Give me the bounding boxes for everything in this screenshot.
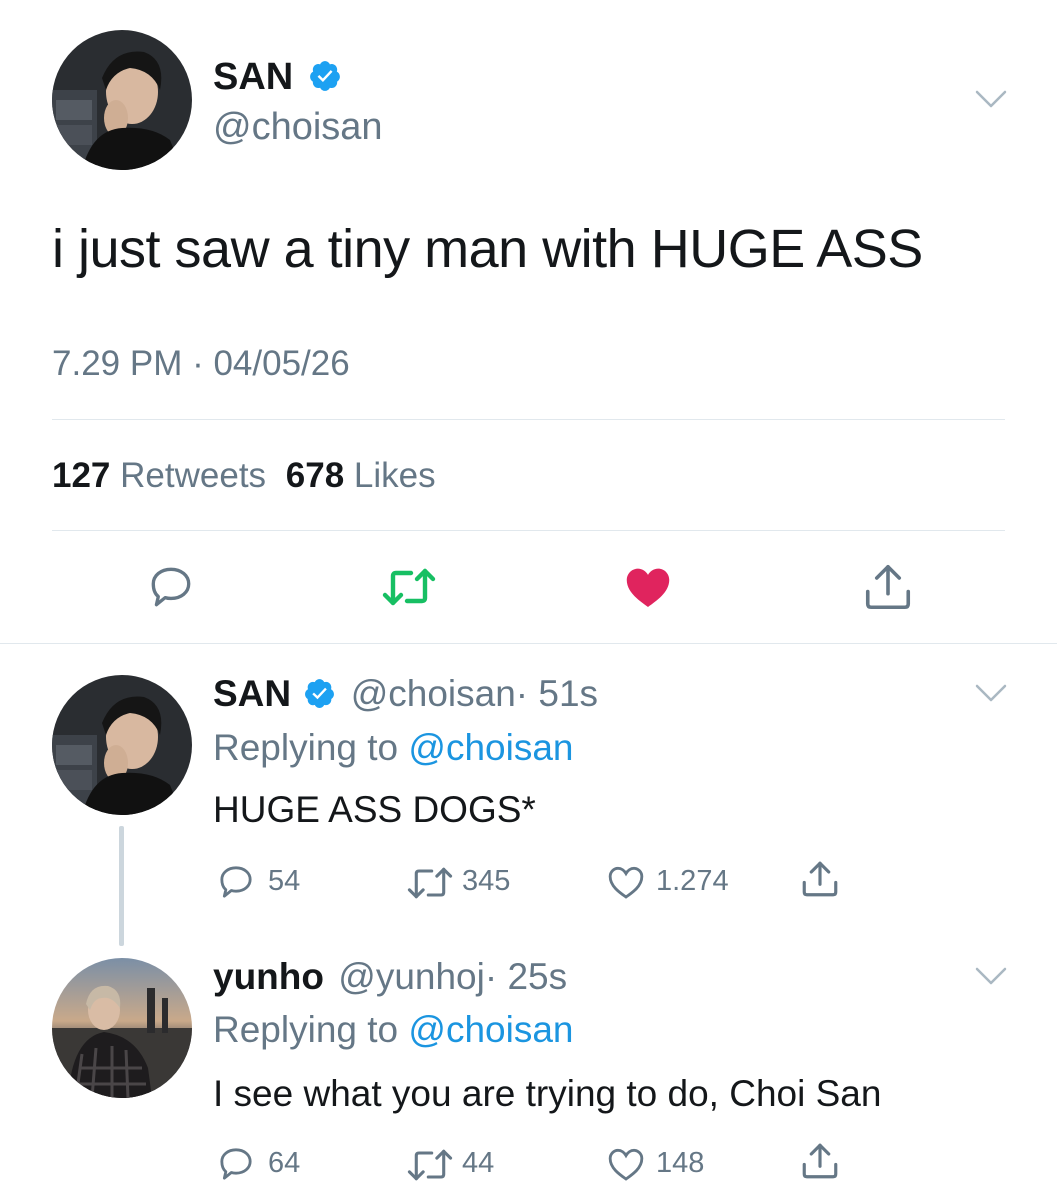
share-icon[interactable] [799,1140,841,1182]
retweet-icon[interactable] [381,564,437,610]
replying-prefix: Replying to [213,1009,399,1050]
retweets-stat[interactable]: 127 Retweets [52,456,266,495]
avatar-photo [52,675,192,815]
tweet-text: HUGE ASS DOGS* [213,789,536,830]
section-divider [0,643,1057,644]
tweet-time: · 51s [515,673,599,714]
chevron-down-icon[interactable] [974,682,1008,704]
replying-to-handle[interactable]: @choisan [408,1009,573,1050]
replying-to-line: Replying to @choisan [213,726,573,770]
likes-count: 678 [285,456,345,495]
like-icon[interactable] [605,862,647,902]
chevron-down-icon[interactable] [974,88,1008,110]
retweet-icon[interactable] [406,864,454,902]
tweet-text: i just saw a tiny man with HUGE ASS [52,219,923,279]
verified-badge-icon [309,61,340,91]
avatar-photo [52,30,192,170]
author-line: SAN @choisan· 51s [213,672,598,716]
likes-stat[interactable]: 678 Likes [286,456,436,495]
retweets-count: 127 [52,456,111,495]
like-count: 148 [656,1147,705,1179]
avatar-photo [52,958,192,1098]
reply-icon[interactable] [216,1144,256,1184]
replying-to-handle[interactable]: @choisan [408,727,573,768]
reply-icon[interactable] [216,862,256,902]
replying-to-line: Replying to @choisan [213,1008,573,1052]
likes-label: Likes [353,456,436,495]
replying-prefix: Replying to [213,727,399,768]
divider [52,530,1005,531]
share-icon[interactable] [799,858,841,900]
avatar[interactable] [52,675,192,815]
retweet-count: 44 [462,1147,495,1179]
thread-line [119,826,124,946]
reply-count: 54 [268,865,301,897]
divider [52,419,1005,420]
tweet-stats: 127 Retweets 678 Likes [52,455,436,497]
chevron-down-icon[interactable] [974,965,1008,987]
like-icon[interactable] [605,1144,647,1184]
display-name[interactable]: yunho [213,956,324,997]
timestamp[interactable]: 7.29 PM · 04/05/26 [52,343,350,385]
handle[interactable]: @choisan [213,105,383,149]
retweets-label: Retweets [120,456,267,495]
reply-count: 64 [268,1147,301,1179]
reply-icon[interactable] [146,562,196,612]
author-line: SAN [213,55,342,99]
display-name[interactable]: SAN [213,56,293,98]
handle[interactable]: @yunhoj [338,956,485,997]
avatar[interactable] [52,958,192,1098]
verified-badge-icon [305,678,335,708]
handle[interactable]: @choisan [351,673,516,714]
avatar[interactable] [52,30,192,170]
tweet-text: I see what you are trying to do, Choi Sa… [213,1073,882,1114]
retweet-count: 345 [462,865,511,897]
retweet-icon[interactable] [406,1146,454,1184]
like-count: 1.274 [656,865,729,897]
like-icon-filled[interactable] [622,562,674,612]
display-name[interactable]: SAN [213,673,291,714]
tweet-time: · 25s [484,956,568,997]
share-icon[interactable] [861,560,915,614]
author-line: yunho @yunhoj· 25s [213,955,567,999]
